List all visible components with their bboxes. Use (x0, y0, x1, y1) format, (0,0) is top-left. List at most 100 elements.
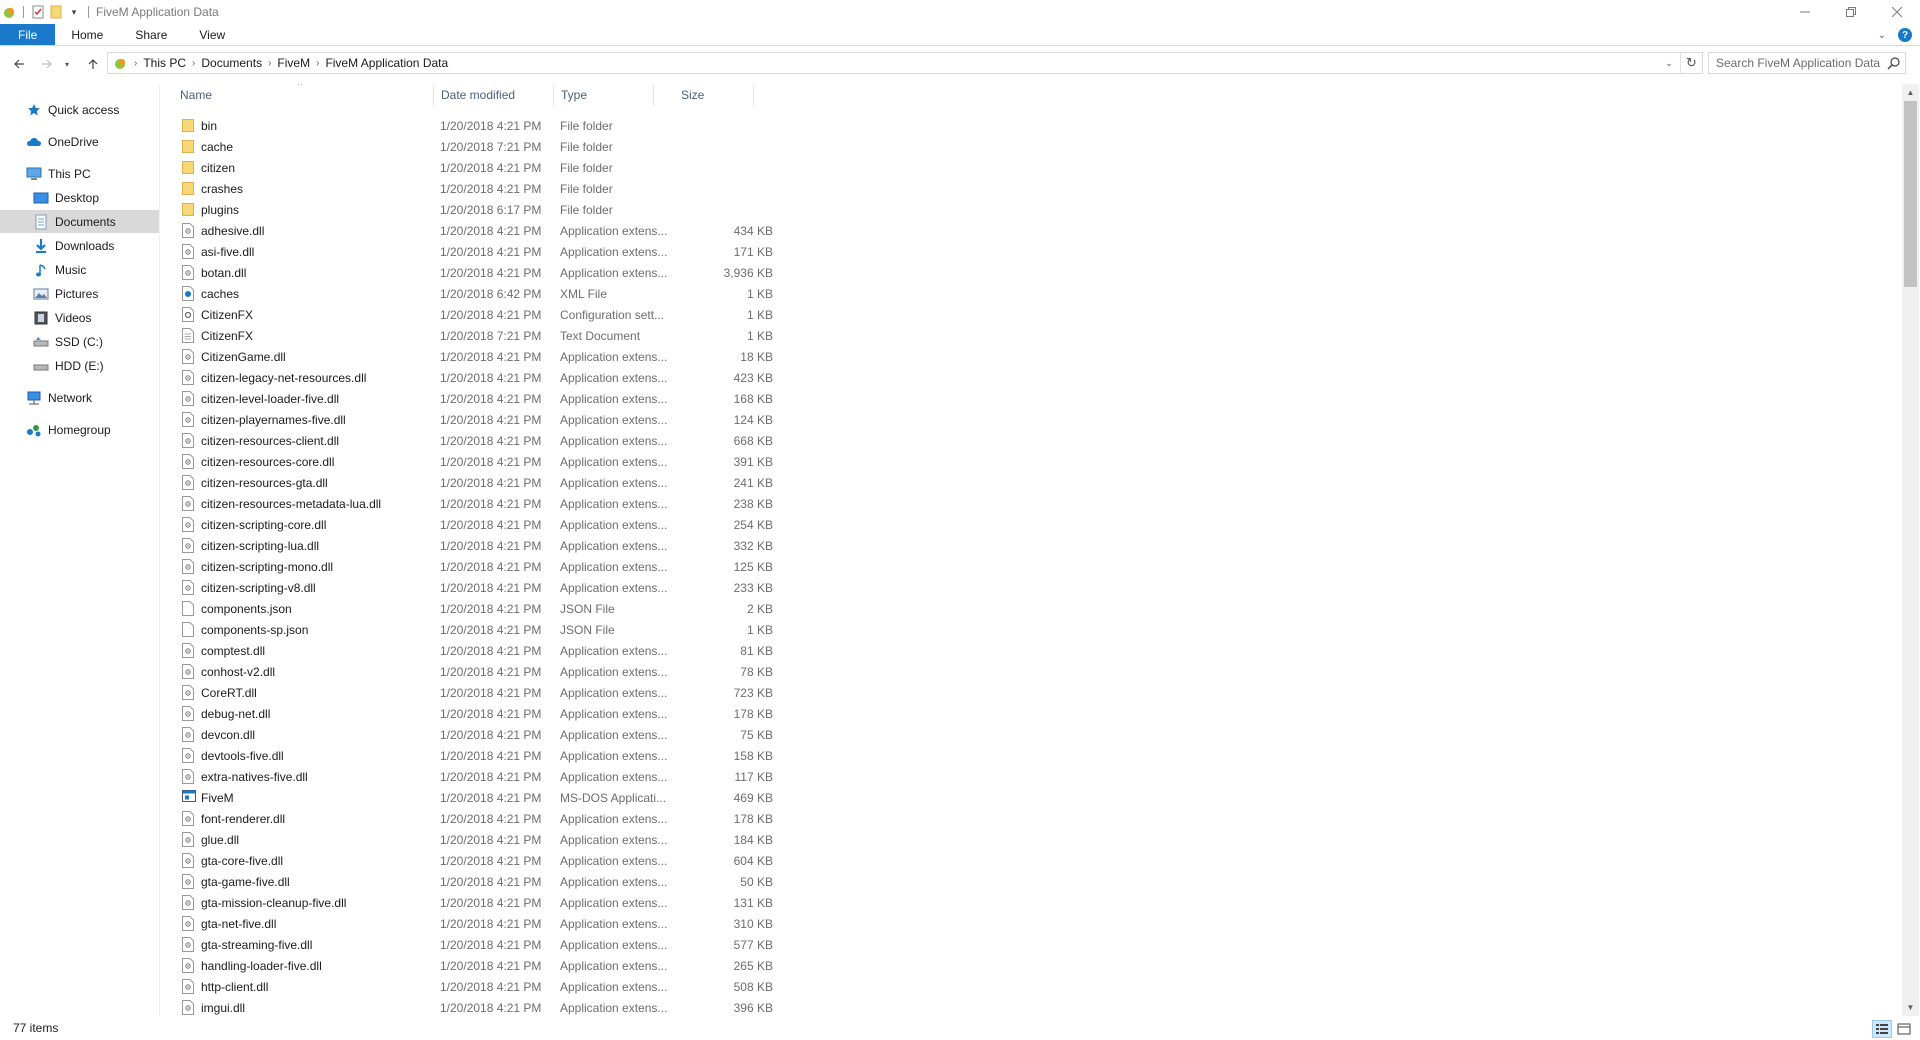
tab-file[interactable]: File (0, 24, 56, 45)
file-row[interactable]: citizen-resources-core.dll 1/20/2018 4:21… (178, 451, 778, 472)
file-row[interactable]: asi-five.dll 1/20/2018 4:21 PM Application… (178, 241, 778, 262)
column-header-size[interactable]: Size (679, 84, 763, 106)
sidebar-item-music[interactable]: Music (0, 258, 159, 281)
breadcrumb-separator-icon[interactable]: › (266, 58, 273, 69)
file-row[interactable]: gta-net-five.dll 1/20/2018 4:21 PM Applica… (178, 913, 778, 934)
file-row[interactable]: http-client.dll 1/20/2018 4:21 PM Applicat… (178, 976, 778, 997)
file-row[interactable]: components-sp.json 1/20/2018 4:21 PM JSON … (178, 619, 778, 640)
column-header-date-modified[interactable]: Date modified (439, 84, 553, 106)
column-header-type[interactable]: Type (559, 84, 653, 106)
expand-ribbon-icon[interactable]: ⌄ (1878, 30, 1886, 41)
up-button[interactable] (80, 51, 106, 77)
file-row[interactable]: gta-mission-cleanup-five.dll 1/20/2018 4:… (178, 892, 778, 913)
address-dropdown-button[interactable]: ⌄ (1660, 53, 1678, 73)
tab-home[interactable]: Home (55, 24, 119, 45)
file-row[interactable]: CitizenGame.dll 1/20/2018 4:21 PM Applicat… (178, 346, 778, 367)
minimize-button[interactable] (1782, 0, 1828, 24)
file-row[interactable]: devcon.dll 1/20/2018 4:21 PM Application e… (178, 724, 778, 745)
breadcrumb-documents[interactable]: Documents (197, 56, 266, 70)
file-row[interactable]: imgui.dll 1/20/2018 4:21 PM Application ex… (178, 997, 778, 1016)
file-row[interactable]: debug-net.dll 1/20/2018 4:21 PM Applicatio… (178, 703, 778, 724)
column-divider[interactable] (753, 84, 754, 106)
breadcrumb-separator-icon[interactable]: › (190, 58, 197, 69)
column-divider[interactable] (433, 84, 434, 106)
sidebar-item-onedrive[interactable]: OneDrive (0, 130, 159, 153)
file-row[interactable]: CitizenFX 1/20/2018 7:21 PM Text Document 1… (178, 325, 778, 346)
forward-button[interactable] (34, 51, 60, 77)
restore-button[interactable] (1828, 0, 1874, 24)
file-row[interactable]: components.json 1/20/2018 4:21 PM JSON Fil… (178, 598, 778, 619)
file-row[interactable]: citizen-level-loader-five.dll 1/20/2018 4… (178, 388, 778, 409)
refresh-button[interactable]: ↻ (1680, 53, 1702, 73)
details-view-button[interactable] (1872, 1020, 1892, 1038)
file-row[interactable]: citizen-scripting-core.dll 1/20/2018 4:21… (178, 514, 778, 535)
new-folder-icon[interactable] (49, 5, 63, 19)
scrollbar-thumb[interactable] (1904, 101, 1917, 287)
file-row[interactable]: adhesive.dll 1/20/2018 4:21 PM Application… (178, 220, 778, 241)
vertical-scrollbar[interactable]: ▲ ▼ (1902, 84, 1919, 1016)
large-icons-view-button[interactable] (1894, 1020, 1914, 1038)
breadcrumb-separator-icon[interactable]: › (132, 58, 139, 69)
file-row[interactable]: glue.dll 1/20/2018 4:21 PM Application ext… (178, 829, 778, 850)
file-row[interactable]: comptest.dll 1/20/2018 4:21 PM Application… (178, 640, 778, 661)
sidebar-item-hdd-e[interactable]: HDD (E:) (0, 354, 159, 377)
file-row[interactable]: gta-core-five.dll 1/20/2018 4:21 PM Applic… (178, 850, 778, 871)
help-icon[interactable]: ? (1898, 28, 1912, 42)
breadcrumb-separator-icon[interactable]: › (314, 58, 321, 69)
column-divider[interactable] (553, 84, 554, 106)
file-row[interactable]: citizen-scripting-lua.dll 1/20/2018 4:21 … (178, 535, 778, 556)
file-row[interactable]: CoreRT.dll 1/20/2018 4:21 PM Application e… (178, 682, 778, 703)
sidebar-item-network[interactable]: Network (0, 386, 159, 409)
breadcrumb-fivem-application-data[interactable]: FiveM Application Data (321, 56, 452, 70)
recent-locations-button[interactable]: ▾ (60, 51, 74, 77)
close-button[interactable] (1874, 0, 1920, 24)
breadcrumb-fivem[interactable]: FiveM (273, 56, 314, 70)
back-button[interactable] (6, 51, 32, 77)
sidebar-item-quick-access[interactable]: Quick access (0, 98, 159, 121)
sidebar-item-downloads[interactable]: Downloads (0, 234, 159, 257)
sidebar-item-this-pc[interactable]: This PC (0, 162, 159, 185)
file-row[interactable]: citizen-scripting-mono.dll 1/20/2018 4:21… (178, 556, 778, 577)
file-row[interactable]: citizen-resources-metadata-lua.dll 1/20/2… (178, 493, 778, 514)
column-divider[interactable] (653, 84, 654, 106)
file-row[interactable]: gta-streaming-five.dll 1/20/2018 4:21 PM A… (178, 934, 778, 955)
file-row[interactable]: citizen-legacy-net-resources.dll 1/20/201… (178, 367, 778, 388)
sidebar-item-homegroup[interactable]: Homegroup (0, 418, 159, 441)
file-row[interactable]: caches 1/20/2018 6:42 PM XML File 1 KB (178, 283, 778, 304)
file-row[interactable]: citizen-playernames-five.dll 1/20/2018 4:… (178, 409, 778, 430)
scroll-up-button[interactable]: ▲ (1902, 84, 1919, 101)
search-box[interactable] (1708, 52, 1906, 74)
file-row[interactable]: bin 1/20/2018 4:21 PM File folder (178, 115, 778, 136)
tab-share[interactable]: Share (119, 24, 183, 45)
column-header-name[interactable]: Name (178, 84, 433, 106)
file-row[interactable]: CitizenFX 1/20/2018 4:21 PM Configuration … (178, 304, 778, 325)
file-row[interactable]: citizen-resources-client.dll 1/20/2018 4:… (178, 430, 778, 451)
search-input[interactable] (1716, 56, 1888, 70)
file-row[interactable]: plugins 1/20/2018 6:17 PM File folder (178, 199, 778, 220)
file-row[interactable]: extra-natives-five.dll 1/20/2018 4:21 PM A… (178, 766, 778, 787)
sidebar-item-documents[interactable]: Documents (0, 210, 159, 233)
sidebar-item-pictures[interactable]: Pictures (0, 282, 159, 305)
sidebar-item-desktop[interactable]: Desktop (0, 186, 159, 209)
file-row[interactable]: botan.dll 1/20/2018 4:21 PM Application ex… (178, 262, 778, 283)
file-row[interactable]: citizen-scripting-v8.dll 1/20/2018 4:21 P… (178, 577, 778, 598)
file-row[interactable]: crashes 1/20/2018 4:21 PM File folder (178, 178, 778, 199)
scroll-down-button[interactable]: ▼ (1902, 999, 1919, 1016)
customize-toolbar-icon[interactable]: ▾ (67, 5, 81, 19)
file-row[interactable]: cache 1/20/2018 7:21 PM File folder (178, 136, 778, 157)
file-row[interactable]: FiveM 1/20/2018 4:21 PM MS-DOS Applicati..… (178, 787, 778, 808)
address-bar[interactable]: › This PC › Documents › FiveM › FiveM Ap… (107, 52, 1703, 74)
file-row[interactable]: citizen 1/20/2018 4:21 PM File folder (178, 157, 778, 178)
properties-icon[interactable] (31, 5, 45, 19)
file-row[interactable]: handling-loader-five.dll 1/20/2018 4:21 P… (178, 955, 778, 976)
breadcrumb-this-pc[interactable]: This PC (139, 56, 190, 70)
file-row[interactable]: gta-game-five.dll 1/20/2018 4:21 PM Applic… (178, 871, 778, 892)
sidebar-item-videos[interactable]: Videos (0, 306, 159, 329)
sidebar-item-ssd-c[interactable]: SSD (C:) (0, 330, 159, 353)
file-row[interactable]: font-renderer.dll 1/20/2018 4:21 PM Applic… (178, 808, 778, 829)
file-row[interactable]: conhost-v2.dll 1/20/2018 4:21 PM Applicati… (178, 661, 778, 682)
file-row[interactable]: citizen-resources-gta.dll 1/20/2018 4:21 … (178, 472, 778, 493)
tab-view[interactable]: View (183, 24, 241, 45)
search-icon[interactable] (1887, 56, 1901, 70)
file-row[interactable]: devtools-five.dll 1/20/2018 4:21 PM Applic… (178, 745, 778, 766)
